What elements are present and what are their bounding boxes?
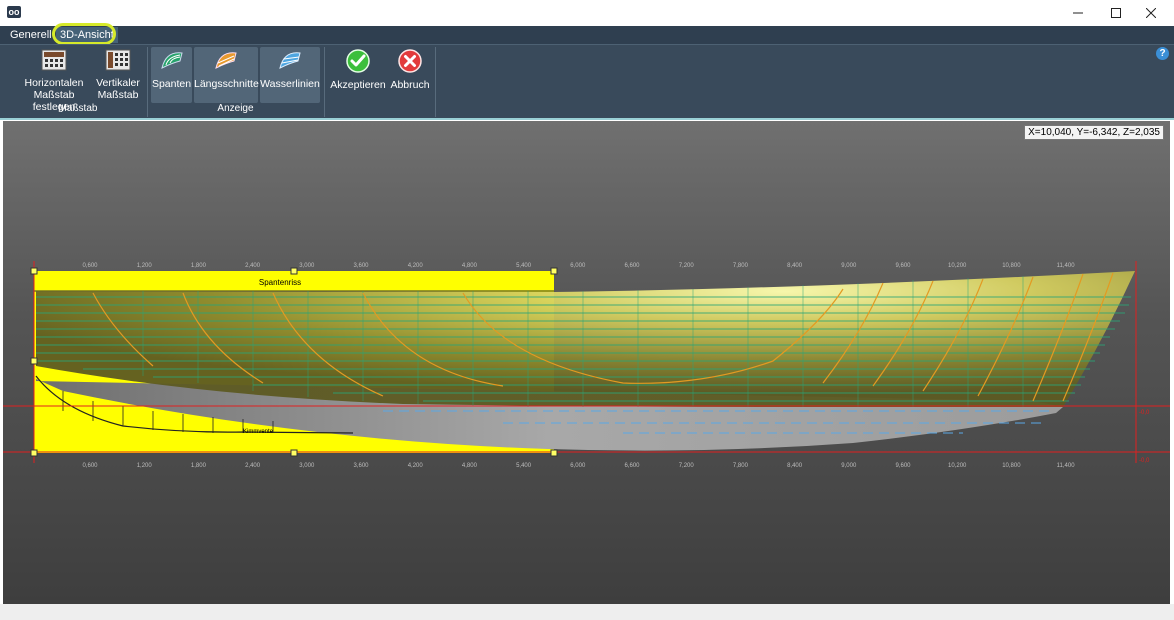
group-label-anzeige: Anzeige (217, 103, 254, 114)
spanten-label: Spanten (151, 78, 192, 90)
hull-side (36, 271, 1135, 407)
wasserlinien-button[interactable]: Wasserlinien (260, 47, 320, 103)
ruler-tick-label: 8,400 (787, 463, 803, 469)
scale-vertical-icon (105, 49, 131, 71)
status-bar (0, 604, 1174, 620)
spantenriss-label: Spantenriss (259, 278, 301, 287)
ruler-tick-label: 0,600 (82, 463, 98, 469)
tab-highlight-ring (52, 23, 116, 45)
vertical-scale-label: Vertikaler Maßstab (96, 77, 140, 101)
group-label-massstab: Maßstab (58, 103, 98, 114)
ruler-tick-label: 6,600 (624, 463, 640, 469)
spanten-button[interactable]: Spanten (151, 47, 192, 103)
abbruch-label: Abbruch (390, 79, 430, 91)
right-ruler-label: -0,0 (1139, 410, 1150, 416)
abbruch-button[interactable]: Abbruch (388, 47, 432, 103)
laengsschnitte-button[interactable]: Längsschnitte (194, 47, 259, 103)
scale-horizontal-icon (41, 49, 67, 71)
ruler-tick-label: 7,200 (679, 263, 695, 269)
laengsschnitte-label: Längsschnitte (194, 78, 259, 90)
ribbon-bottom-border (0, 118, 1174, 120)
ruler-tick-label: 1,200 (137, 263, 153, 269)
ruler-tick-label: 0,600 (82, 263, 98, 269)
ruler-tick-label: 7,800 (733, 463, 749, 469)
ruler-tick-label: 3,000 (299, 463, 315, 469)
ruler-tick-label: 4,200 (408, 463, 424, 469)
help-icon[interactable]: ? (1156, 47, 1169, 60)
title-bar: oo (0, 0, 1174, 26)
3d-viewport[interactable]: Spantenriss Kimmvente 0,600 1,200 1,800 2,4… (3, 121, 1170, 604)
ruler-tick-label: 10,200 (948, 263, 967, 269)
ruler-tick-label: 3,600 (353, 463, 369, 469)
ruler-tick-label: 6,600 (624, 263, 640, 269)
ruler-tick-label: 6,000 (570, 263, 586, 269)
maximize-icon (1111, 8, 1121, 18)
close-icon (1146, 8, 1156, 18)
ruler-tick-label: 10,800 (1002, 463, 1021, 469)
ruler-tick-label: 3,000 (299, 263, 315, 269)
ruler-tick-label: 1,800 (191, 463, 207, 469)
ribbon-separator (147, 47, 148, 117)
hull-canvas[interactable]: Spantenriss Kimmvente 0,600 1,200 1,800 2,4… (3, 121, 1170, 604)
horizontal-scale-button[interactable]: Horizontalen Maßstab festlegen (14, 47, 94, 113)
ruler-tick-label: 9,600 (895, 263, 911, 269)
ruler-tick-label: 10,200 (948, 463, 967, 469)
ribbon-separator (435, 47, 436, 117)
right-ruler-label: -0,0 (1139, 458, 1150, 464)
kimmvente-label: Kimmvente (243, 429, 274, 435)
ruler-tick-label: 4,800 (462, 263, 478, 269)
tab-generell[interactable]: Generell (10, 27, 52, 43)
ruler-tick-label: 8,400 (787, 263, 803, 269)
akzeptieren-button[interactable]: Akzeptieren (330, 47, 386, 103)
ruler-tick-label: 1,800 (191, 263, 207, 269)
checkmark-icon (346, 49, 370, 73)
ruler-tick-label: 4,200 (408, 263, 424, 269)
ruler-tick-label: 5,400 (516, 263, 532, 269)
ruler-tick-label: 2,400 (245, 263, 261, 269)
coordinate-readout: X=10,040, Y=-6,342, Z=2,035 (1024, 125, 1164, 140)
akzeptieren-label: Akzeptieren (330, 79, 386, 91)
ruler-top: 0,600 1,200 1,800 2,400 3,000 3,600 4,200 4,800… (82, 263, 1075, 269)
vertical-scale-button[interactable]: Vertikaler Maßstab (95, 47, 141, 103)
ribbon-separator (324, 47, 325, 117)
ruler-tick-label: 7,200 (679, 463, 695, 469)
ruler-tick-label: 9,000 (841, 263, 857, 269)
ruler-tick-label: 4,800 (462, 463, 478, 469)
app-icon: oo (7, 6, 21, 18)
ruler-tick-label: 1,200 (137, 463, 153, 469)
ruler-tick-label: 6,000 (570, 463, 586, 469)
spanten-icon (160, 52, 183, 69)
laengsschnitte-icon (215, 52, 237, 69)
wasserlinien-icon (279, 52, 301, 69)
cancel-icon (398, 49, 422, 73)
ruler-tick-label: 11,400 (1057, 263, 1076, 269)
ribbon: Horizontalen Maßstab festlegen Vertikale… (0, 44, 1174, 119)
ruler-bottom: 0,600 1,200 1,800 2,400 3,000 3,600 4,200 4,800… (82, 463, 1075, 469)
ruler-tick-label: 3,600 (353, 263, 369, 269)
ruler-tick-label: 5,400 (516, 463, 532, 469)
ruler-tick-label: 9,000 (841, 463, 857, 469)
ruler-tick-label: 10,800 (1002, 263, 1021, 269)
ruler-tick-label: 9,600 (895, 463, 911, 469)
ruler-tick-label: 11,400 (1057, 463, 1076, 469)
ruler-tick-label: 7,800 (733, 263, 749, 269)
minimize-icon (1073, 12, 1083, 14)
ruler-tick-label: 2,400 (245, 463, 261, 469)
wasserlinien-label: Wasserlinien (260, 78, 320, 90)
ribbon-tab-bar: Generell 3D-Ansicht (0, 26, 1174, 44)
close-button[interactable] (1128, 0, 1174, 26)
